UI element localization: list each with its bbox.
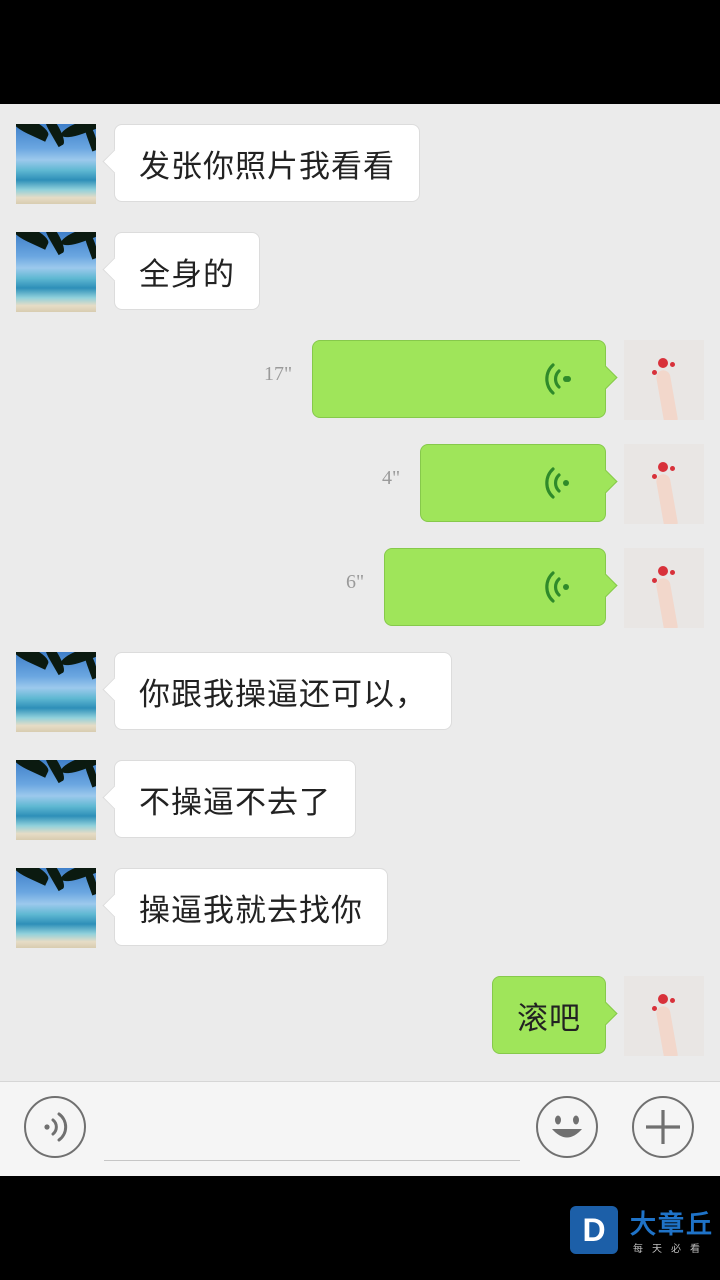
voice-input-button[interactable] (24, 1096, 86, 1158)
smiley-icon (552, 1115, 582, 1138)
message-text: 操逼我就去找你 (139, 892, 363, 929)
more-button[interactable] (632, 1096, 694, 1158)
contact-avatar[interactable] (16, 652, 96, 732)
incoming-message-bubble[interactable]: 发张你照片我看看 (114, 124, 420, 202)
incoming-message-bubble[interactable]: 不操逼不去了 (114, 760, 356, 838)
my-avatar[interactable] (624, 976, 704, 1056)
outgoing-voice-bubble[interactable] (384, 548, 606, 626)
contact-avatar[interactable] (16, 232, 96, 312)
outgoing-message-bubble[interactable]: 滚吧 (492, 976, 606, 1054)
message-text: 滚吧 (517, 1000, 581, 1037)
watermark-subtitle: 每天必看 (633, 1244, 709, 1255)
outgoing-voice-bubble[interactable] (312, 340, 606, 418)
contact-avatar[interactable] (16, 124, 96, 204)
contact-avatar[interactable] (16, 868, 96, 948)
voice-input-icon (44, 1112, 68, 1142)
voice-wave-icon (545, 467, 569, 499)
watermark-logo: D (570, 1206, 618, 1254)
my-avatar[interactable] (624, 444, 704, 524)
my-avatar[interactable] (624, 340, 704, 420)
incoming-message-bubble[interactable]: 你跟我操逼还可以， (114, 652, 452, 730)
plus-icon (646, 1110, 680, 1144)
voice-duration: 4" (382, 467, 401, 489)
watermark-title: 大章丘 (630, 1210, 715, 1240)
voice-duration: 17" (264, 363, 293, 385)
voice-duration: 6" (346, 571, 365, 593)
incoming-message-bubble[interactable]: 操逼我就去找你 (114, 868, 388, 946)
top-black-bar (0, 0, 720, 104)
chat-message-list[interactable]: 发张你照片我看看 全身的 17" 4" 6" 你跟我操逼还可以， 不操逼不去了 … (0, 104, 720, 1081)
my-avatar[interactable] (624, 548, 704, 628)
chat-input-bar (0, 1081, 720, 1177)
incoming-message-bubble[interactable]: 全身的 (114, 232, 260, 310)
message-input-field[interactable] (104, 1160, 520, 1161)
message-text: 不操逼不去了 (139, 784, 331, 821)
outgoing-voice-bubble[interactable] (420, 444, 606, 522)
emoji-button[interactable] (536, 1096, 598, 1158)
message-text: 全身的 (139, 256, 235, 293)
voice-wave-icon (545, 363, 571, 395)
message-text: 你跟我操逼还可以， (139, 676, 427, 713)
message-text: 发张你照片我看看 (139, 148, 395, 185)
voice-wave-icon (545, 571, 569, 603)
contact-avatar[interactable] (16, 760, 96, 840)
